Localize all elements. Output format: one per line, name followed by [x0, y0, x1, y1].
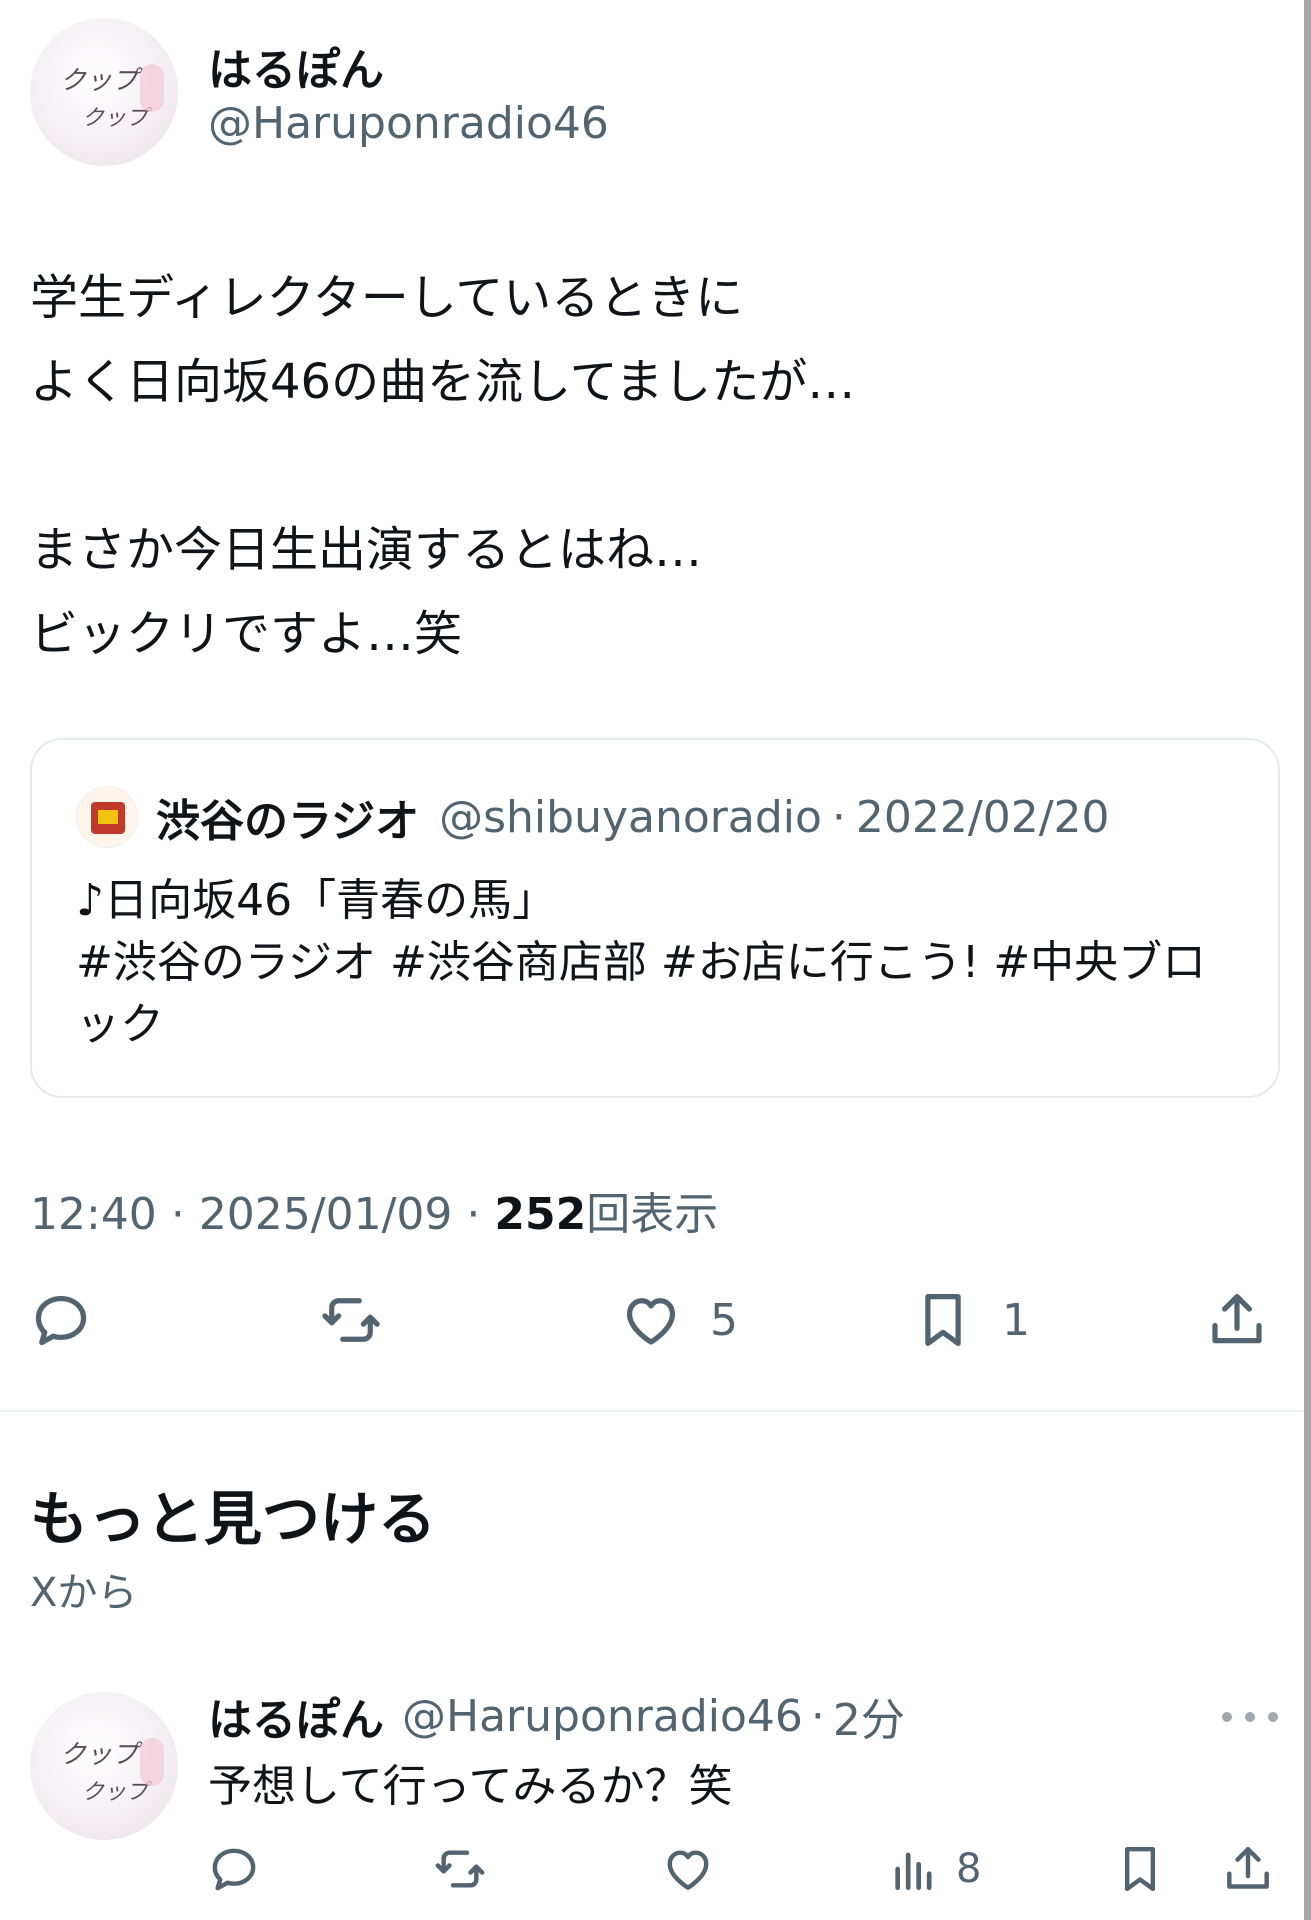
tweet-meta: 12:40 · 2025/01/09 · 252回表示	[30, 1178, 718, 1242]
quoted-author-avatar[interactable]	[76, 786, 138, 848]
tweet-text: 学生ディレクターしているときに よく日向坂46の曲を流してましたが… まさか今日…	[30, 256, 1270, 676]
author-handle[interactable]: @Haruponradio46	[208, 98, 609, 149]
reply-action-bar: 8	[0, 1834, 1311, 1904]
retweet-button[interactable]	[318, 1280, 384, 1360]
tweet-action-bar: 5 1	[0, 1280, 1311, 1360]
separator-dot: ·	[831, 791, 846, 843]
quoted-text-line: #渋谷のラジオ #渋谷商店部 #お店に行こう! #中央ブロ	[76, 937, 1207, 988]
quoted-tweet-date[interactable]: 2022/02/20	[856, 792, 1110, 843]
scrollbar[interactable]	[1304, 0, 1311, 1920]
discover-more-title: もっと見つける	[30, 1485, 437, 1553]
section-divider	[0, 1410, 1304, 1412]
avatar-logo-text: クップ	[82, 106, 149, 131]
separator-dot: ·	[466, 1189, 481, 1240]
views-count: 252	[494, 1189, 587, 1240]
avatar-logo-text: クップ	[82, 1780, 149, 1805]
avatar-logo-text: クップ	[60, 1740, 139, 1770]
quoted-author-name[interactable]: 渋谷のラジオ	[156, 785, 419, 849]
bookmark-count: 1	[1002, 1294, 1030, 1346]
reply-author-handle[interactable]: @Haruponradio46	[402, 1691, 803, 1742]
reply-author-avatar[interactable]: クップ クップ	[30, 1692, 178, 1840]
tweet-text-line: まさか今日生出演するとはね…	[30, 522, 703, 578]
quoted-author-handle[interactable]: @shibuyanoradio	[439, 792, 822, 843]
reply-views-count: 8	[956, 1846, 982, 1892]
reply-like-button[interactable]	[660, 1834, 716, 1904]
reply-icon	[35, 1295, 87, 1346]
quoted-tweet-card[interactable]: 渋谷のラジオ @shibuyanoradio · 2022/02/20 ♪日向坂…	[30, 738, 1280, 1098]
reply-icon	[212, 1848, 256, 1891]
reply-author-name[interactable]: はるぽん	[208, 1684, 384, 1748]
reply-retweet-button[interactable]	[432, 1834, 488, 1904]
author-avatar[interactable]: クップ クップ	[30, 18, 178, 166]
discover-more-subtitle: Xから	[30, 1570, 138, 1616]
bar-chart-icon	[895, 1852, 932, 1890]
tweet-date[interactable]: 2025/01/09	[199, 1189, 453, 1240]
more-options-button[interactable]	[1222, 1700, 1278, 1734]
avatar-decoration	[140, 1738, 164, 1786]
reply-views-button[interactable]: 8	[886, 1834, 981, 1904]
like-count: 5	[710, 1294, 738, 1346]
views-label: 回表示	[586, 1189, 719, 1240]
quoted-tweet-text: ♪日向坂46「青春の馬」 #渋谷のラジオ #渋谷商店部 #お店に行こう! #中央…	[76, 870, 1256, 1056]
reply-bookmark-button[interactable]	[1112, 1834, 1168, 1904]
retweet-icon	[322, 1298, 380, 1342]
reply-time-ago[interactable]: 2分	[833, 1684, 905, 1748]
tweet-text-line: 学生ディレクターしているときに	[30, 270, 744, 326]
quoted-tweet-header: 渋谷のラジオ @shibuyanoradio · 2022/02/20	[156, 784, 1110, 850]
tweet-text-line	[30, 424, 1270, 508]
avatar-logo-text: クップ	[60, 66, 139, 96]
separator-dot: ·	[170, 1189, 185, 1240]
reply-reply-button[interactable]	[206, 1834, 262, 1904]
heart-icon	[626, 1298, 676, 1345]
quoted-text-line: ック	[76, 999, 164, 1050]
bookmark-button[interactable]: 1	[910, 1280, 1030, 1360]
retweet-icon	[435, 1850, 485, 1888]
bookmark-icon	[1124, 1846, 1156, 1892]
reply-button[interactable]	[28, 1280, 94, 1360]
tweet-time[interactable]: 12:40	[30, 1189, 157, 1240]
separator-dot: ·	[810, 1690, 825, 1742]
bookmark-icon	[925, 1294, 961, 1346]
reply-share-button[interactable]	[1220, 1834, 1276, 1904]
author-display-name[interactable]: はるぽん	[208, 34, 384, 98]
share-button[interactable]	[1204, 1280, 1270, 1360]
share-icon	[1212, 1294, 1262, 1344]
like-button[interactable]: 5	[618, 1280, 738, 1360]
avatar-decoration	[140, 64, 164, 112]
tweet-text-line: よく日向坂46の曲を流してましたが…	[30, 354, 856, 410]
radio-logo-icon	[91, 802, 125, 834]
heart-icon	[667, 1850, 709, 1890]
more-dot	[1222, 1712, 1232, 1722]
share-icon	[1227, 1846, 1269, 1889]
reply-text: 予想して行ってみるか？笑	[208, 1761, 733, 1812]
tweet-text-line: ビックリですよ…笑	[30, 606, 463, 662]
more-dot	[1245, 1712, 1255, 1722]
quoted-text-line: ♪日向坂46「青春の馬」	[76, 875, 557, 926]
more-dot	[1268, 1712, 1278, 1722]
reply-header: はるぽん @Haruponradio46 · 2分	[208, 1684, 905, 1748]
